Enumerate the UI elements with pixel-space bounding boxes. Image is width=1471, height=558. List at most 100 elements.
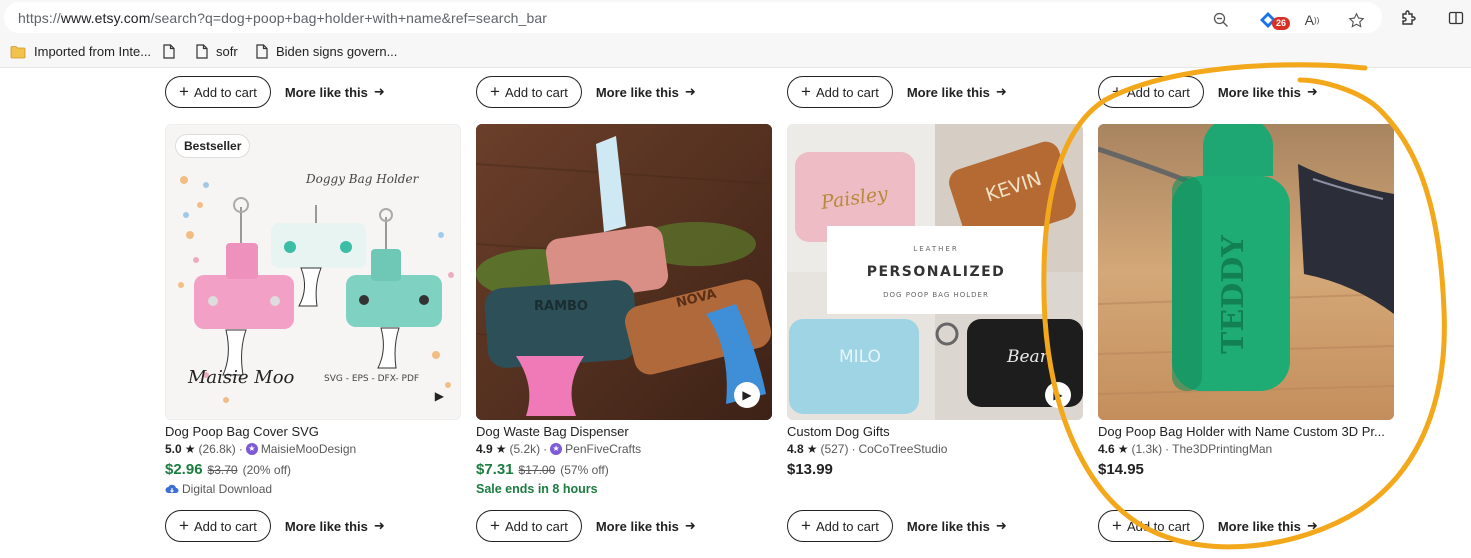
listing-image[interactable]: RAMBO NOVA ▶	[476, 124, 772, 420]
bookmark-label: sofr	[216, 44, 238, 59]
listing-actions-prev-3: + Add to cart More like this ➜	[787, 76, 1007, 108]
star-seller-icon: ★	[550, 443, 563, 455]
arrow-right-icon: ➜	[684, 84, 696, 99]
play-video-icon[interactable]: ▶	[1045, 382, 1071, 408]
add-to-cart-button[interactable]: + Add to cart	[1098, 76, 1204, 108]
image-text-overline: LEATHER	[913, 245, 958, 253]
price: $14.95	[1098, 461, 1144, 478]
more-like-this-link[interactable]: More like this ➜	[1218, 518, 1318, 534]
star-icon: ★	[806, 442, 818, 456]
add-to-cart-button[interactable]: + Add to cart	[1098, 510, 1204, 542]
add-to-cart-button[interactable]: + Add to cart	[165, 76, 271, 108]
more-like-this-link[interactable]: More like this ➜	[596, 518, 696, 534]
seller-name[interactable]: MaisieMooDesign	[261, 442, 356, 456]
listing-title[interactable]: Dog Waste Bag Dispenser	[476, 424, 772, 439]
add-to-cart-button[interactable]: + Add to cart	[787, 76, 893, 108]
original-price: $3.70	[207, 463, 238, 477]
read-aloud-icon[interactable]: A))	[1302, 10, 1322, 30]
bookmark-untitled[interactable]	[163, 44, 183, 59]
price-line: $7.31 $17.00 (57% off)	[476, 461, 772, 478]
more-like-this-link[interactable]: More like this ➜	[1218, 84, 1318, 100]
arrow-right-icon: ➜	[373, 84, 385, 99]
add-to-cart-button[interactable]: + Add to cart	[165, 510, 271, 542]
url-scheme: https://	[18, 10, 61, 26]
plus-icon: +	[801, 81, 811, 101]
listing-image[interactable]: Doggy Bag Holder Maisie Moo SVG - EPS - …	[165, 124, 461, 420]
more-like-this-link[interactable]: More like this ➜	[596, 84, 696, 100]
image-text-name3: MILO	[839, 347, 881, 367]
extension-badge: 26	[1272, 17, 1290, 30]
image-text-headline: PERSONALIZED	[867, 264, 1006, 280]
review-count: (5.2k)	[509, 442, 541, 456]
split-screen-icon[interactable]	[1446, 8, 1466, 28]
seller-name[interactable]: CoCoTreeStudio	[858, 442, 947, 456]
sale-ends-note: Sale ends in 8 hours	[476, 482, 598, 496]
listing-actions-3: + Add to cart More like this ➜	[787, 510, 1007, 542]
url-text[interactable]: https://www.etsy.com/search?q=dog+poop+b…	[18, 10, 547, 26]
play-icon[interactable]: ▶	[435, 389, 444, 403]
listing-actions-1: + Add to cart More like this ➜	[165, 510, 385, 542]
sale-price: $7.31	[476, 461, 514, 478]
bookmark-sofr[interactable]: sofr	[196, 44, 238, 59]
listing-image[interactable]: Paisley KEVIN LEATHER PERSONALIZED DOG P…	[787, 124, 1083, 420]
extensions-puzzle-icon[interactable]	[1399, 8, 1419, 28]
bookmark-biden[interactable]: Biden signs govern...	[256, 44, 397, 59]
listing-card-4[interactable]: TEDDY Dog Poop Bag Holder with Name Cust…	[1098, 124, 1394, 478]
star-icon: ★	[1117, 442, 1129, 456]
page-icon	[196, 44, 208, 59]
folder-icon	[10, 45, 26, 58]
seller-name[interactable]: PenFiveCrafts	[565, 442, 641, 456]
listing-title[interactable]: Dog Poop Bag Cover SVG	[165, 424, 461, 439]
plus-icon: +	[801, 515, 811, 535]
digital-download-note: Digital Download	[165, 482, 461, 496]
listing-image[interactable]: TEDDY	[1098, 124, 1394, 420]
more-like-this-link[interactable]: More like this ➜	[285, 518, 385, 534]
bookmark-label: Biden signs govern...	[276, 44, 398, 59]
review-count: (1.3k)	[1131, 442, 1163, 456]
plus-icon: +	[179, 515, 189, 535]
seller-name[interactable]: The3DPrintingMan	[1172, 442, 1272, 456]
discount: (57% off)	[560, 463, 609, 477]
listing-actions-prev-1: + Add to cart More like this ➜	[165, 76, 385, 108]
add-to-cart-button[interactable]: + Add to cart	[787, 510, 893, 542]
listing-title[interactable]: Dog Poop Bag Holder with Name Custom 3D …	[1098, 424, 1394, 439]
browser-toolbar: https://www.etsy.com/search?q=dog+poop+b…	[0, 0, 1471, 36]
url-host: www.etsy.com	[60, 10, 151, 26]
plus-icon: +	[1112, 515, 1122, 535]
image-text-bottom-right: SVG - EPS - DFX- PDF	[324, 374, 419, 384]
listing-card-1[interactable]: Doggy Bag Holder Maisie Moo SVG - EPS - …	[165, 124, 461, 496]
address-bar[interactable]: https://www.etsy.com/search?q=dog+poop+b…	[4, 2, 1382, 33]
original-price: $17.00	[518, 463, 556, 477]
add-to-cart-button[interactable]: + Add to cart	[476, 510, 582, 542]
page-icon	[256, 44, 268, 59]
listing-card-3[interactable]: Paisley KEVIN LEATHER PERSONALIZED DOG P…	[787, 124, 1083, 478]
add-to-cart-button[interactable]: + Add to cart	[476, 76, 582, 108]
bookmark-label: Imported from Inte...	[34, 44, 152, 59]
cloud-download-icon	[165, 484, 179, 493]
listing-card-2[interactable]: RAMBO NOVA ▶ Dog Waste Bag Dispenser 4.9…	[476, 124, 772, 496]
image-text-left: RAMBO	[534, 299, 588, 314]
listing-actions-2: + Add to cart More like this ➜	[476, 510, 696, 542]
star-icon: ★	[184, 442, 196, 456]
arrow-right-icon: ➜	[1306, 518, 1318, 533]
rating-score: 4.6	[1098, 442, 1115, 456]
bookmark-folder-imported[interactable]: Imported from Inte...	[10, 44, 151, 59]
zoom-out-icon[interactable]	[1211, 10, 1231, 30]
play-video-icon[interactable]: ▶	[734, 382, 760, 408]
price-line: $13.99	[787, 461, 1083, 478]
listing-title[interactable]: Custom Dog Gifts	[787, 424, 1083, 439]
arrow-right-icon: ➜	[1306, 84, 1318, 99]
rating-line: 4.8 ★ (527) · CoCoTreeStudio	[787, 442, 948, 456]
more-like-this-link[interactable]: More like this ➜	[907, 84, 1007, 100]
more-like-this-link[interactable]: More like this ➜	[285, 84, 385, 100]
sale-price: $2.96	[165, 461, 203, 478]
more-like-this-link[interactable]: More like this ➜	[907, 518, 1007, 534]
listing-actions-prev-2: + Add to cart More like this ➜	[476, 76, 696, 108]
arrow-right-icon: ➜	[995, 518, 1007, 533]
star-icon: ★	[495, 442, 507, 456]
product-photo-svg-covers: Doggy Bag Holder Maisie Moo SVG - EPS - …	[178, 172, 454, 403]
bestseller-badge: Bestseller	[175, 134, 251, 158]
review-count: (527)	[820, 442, 849, 456]
favorite-star-icon[interactable]	[1346, 10, 1366, 30]
image-text-top: Doggy Bag Holder	[305, 172, 420, 186]
